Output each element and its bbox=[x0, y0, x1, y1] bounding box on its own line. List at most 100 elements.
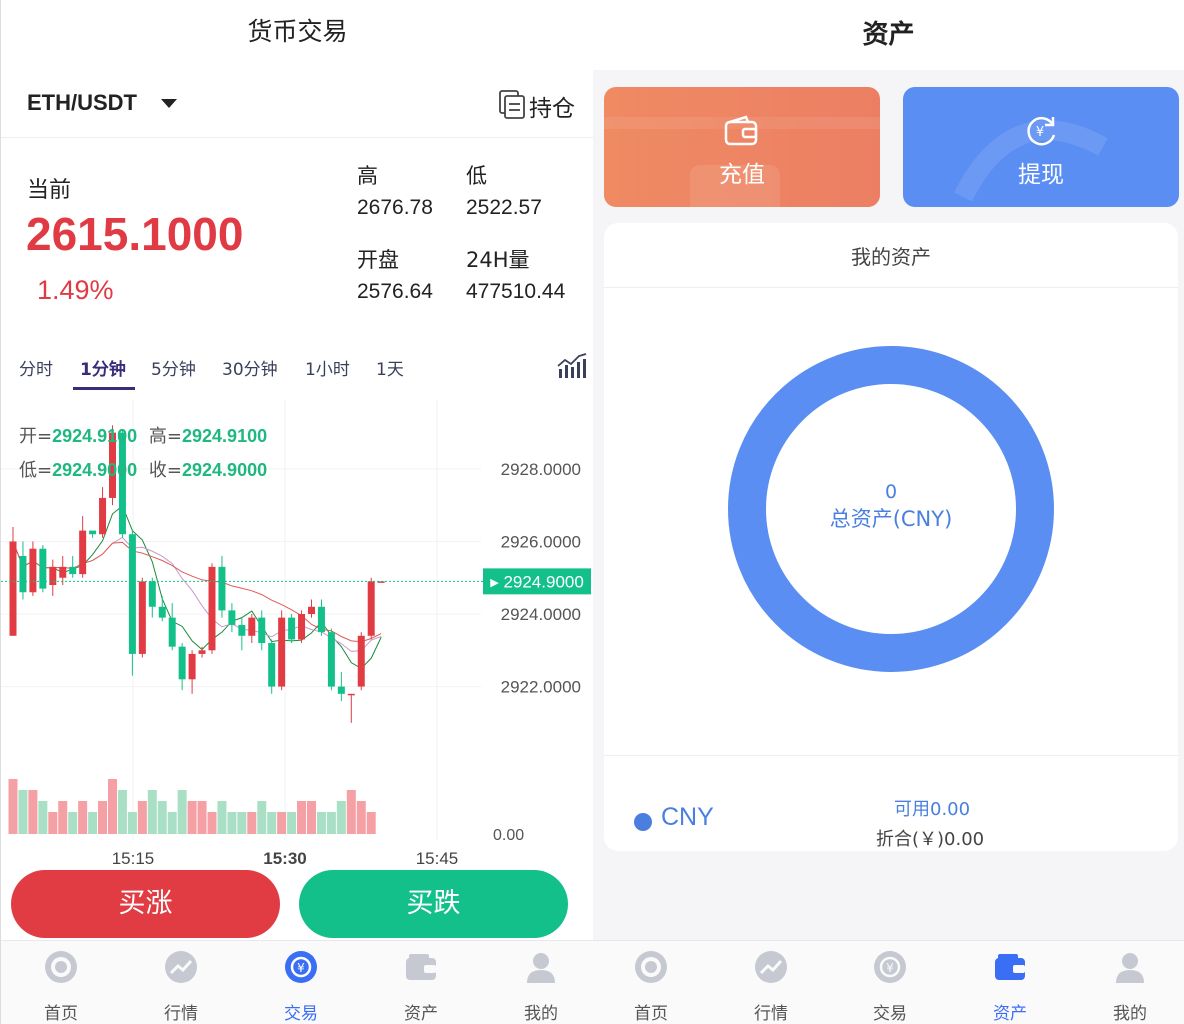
candle-body bbox=[39, 548, 47, 589]
ma20-line bbox=[12, 541, 382, 643]
ohlc-row-1: 开=2924.9100 高=2924.9100 bbox=[19, 422, 267, 448]
ohlc-open-value: 2924.9100 bbox=[52, 426, 138, 446]
volume-bar bbox=[267, 812, 277, 834]
volume-bar bbox=[366, 812, 376, 834]
candle-body bbox=[248, 617, 256, 636]
candle-body bbox=[19, 555, 27, 593]
buy-up-button[interactable]: 买涨 bbox=[11, 870, 280, 938]
svg-text:¥: ¥ bbox=[886, 961, 894, 975]
volume-axis-label: 0.00 bbox=[493, 827, 524, 844]
svg-text:¥: ¥ bbox=[1036, 125, 1044, 140]
candle-body bbox=[89, 530, 97, 535]
withdraw-button[interactable]: ¥ 提现 bbox=[903, 87, 1179, 207]
candle-body bbox=[278, 617, 286, 687]
tabbar-item-market[interactable]: 行情 bbox=[721, 941, 821, 1024]
candle-body bbox=[29, 548, 37, 593]
equivalent-balance: 折合(￥)0.00 bbox=[876, 829, 985, 850]
indicator-chart-icon[interactable] bbox=[557, 353, 587, 379]
volume-24h-value: 477510.44 bbox=[466, 280, 566, 303]
tab-1hour[interactable]: 1小时 bbox=[305, 355, 350, 380]
recharge-label: 充值 bbox=[719, 162, 765, 188]
tab-1day[interactable]: 1天 bbox=[376, 355, 404, 380]
volume-bar bbox=[68, 812, 78, 834]
tabbar-label-assets: 资产 bbox=[404, 1004, 438, 1024]
holdings-icon[interactable] bbox=[498, 89, 526, 119]
tabbar-item-assets[interactable]: 资产 bbox=[960, 941, 1060, 1024]
candle-body bbox=[367, 581, 375, 636]
tab-1min[interactable]: 1分钟 bbox=[80, 355, 126, 380]
tab-5min[interactable]: 5分钟 bbox=[151, 355, 196, 380]
tabbar-item-market[interactable]: 行情 bbox=[131, 941, 231, 1024]
volume-bar bbox=[297, 801, 307, 834]
candle-body bbox=[327, 632, 335, 687]
low-value: 2522.57 bbox=[466, 196, 542, 219]
volume-bar bbox=[336, 801, 346, 834]
volume-bar bbox=[157, 801, 167, 834]
tab-30min[interactable]: 30分钟 bbox=[222, 355, 278, 380]
page-title: 货币交易 bbox=[247, 17, 348, 46]
tabbar-item-assets[interactable]: 资产 bbox=[371, 941, 471, 1024]
tabbar-item-trade[interactable]: ¥ 交易 bbox=[251, 941, 351, 1024]
tabbar-item-profile[interactable]: 我的 bbox=[491, 941, 591, 1024]
tabbar-item-home[interactable]: 首页 bbox=[601, 941, 701, 1024]
wallet-icon bbox=[406, 954, 436, 980]
currency-label: CNY bbox=[661, 803, 714, 831]
volume-bar bbox=[18, 790, 28, 834]
volume-bar bbox=[237, 812, 247, 834]
volume-bar bbox=[48, 812, 58, 834]
market-icon bbox=[165, 951, 197, 983]
volume-bar bbox=[8, 779, 18, 834]
volume-bar bbox=[316, 812, 326, 834]
total-asset-label: 总资产(CNY) bbox=[829, 507, 953, 531]
ohlc-row-2: 低=2924.9000 收=2924.9000 bbox=[19, 456, 267, 482]
recharge-button[interactable]: 充值 bbox=[604, 87, 880, 207]
tab-timeshare[interactable]: 分时 bbox=[19, 355, 53, 380]
candle-body bbox=[69, 566, 77, 575]
buy-down-button[interactable]: 买跌 bbox=[299, 870, 568, 938]
candle-body bbox=[288, 617, 296, 640]
tabbar-item-profile[interactable]: 我的 bbox=[1080, 941, 1180, 1024]
bottom-tabbar: 首页 行情 ¥ 交易 资产 我的 bbox=[1, 940, 593, 1024]
svg-text:¥: ¥ bbox=[297, 961, 305, 975]
volume-bar bbox=[38, 801, 48, 834]
holdings-link[interactable]: 持仓 bbox=[529, 89, 575, 123]
volume-bar bbox=[227, 812, 237, 834]
volume-bar bbox=[127, 812, 137, 834]
assets-screen: 资产 充值 ¥ 提现 我的资产 0 总资产(CNY) CNY 可用0.00 折合… bbox=[593, 0, 1184, 1024]
wallet-icon bbox=[995, 954, 1025, 980]
volume-bar bbox=[247, 812, 257, 834]
volume-bar bbox=[58, 801, 68, 834]
candle-body bbox=[268, 643, 276, 687]
caret-down-icon bbox=[161, 99, 177, 108]
candle-body bbox=[337, 686, 345, 694]
tabbar-label-market: 行情 bbox=[164, 1004, 198, 1024]
tabbar-item-home[interactable]: 首页 bbox=[11, 941, 111, 1024]
candle-body bbox=[228, 610, 236, 625]
y-tick-label: 2924.0000 bbox=[501, 605, 581, 624]
volume-bar bbox=[108, 779, 117, 834]
trade-icon: ¥ bbox=[285, 951, 317, 983]
volume-bar bbox=[326, 812, 336, 834]
assets-card: 我的资产 0 总资产(CNY) CNY 可用0.00 折合(￥)0.00 bbox=[604, 223, 1178, 851]
total-asset-value: 0 bbox=[884, 481, 898, 503]
change-percent: 1.49% bbox=[37, 275, 114, 305]
tabbar-label-home: 首页 bbox=[634, 1004, 668, 1024]
candle-body bbox=[9, 541, 17, 636]
candle-body bbox=[308, 606, 315, 615]
ohlc-high-label: 高= bbox=[148, 426, 183, 447]
candle-body bbox=[148, 581, 156, 607]
trade-screen: 货币交易 ETH/USDT 持仓 当前 2615.1000 1.49% 高 26… bbox=[0, 0, 593, 1024]
volume-bar bbox=[346, 790, 356, 834]
tabbar-item-trade[interactable]: ¥ 交易 bbox=[840, 941, 940, 1024]
volume-bar bbox=[257, 801, 267, 834]
volume-bar bbox=[137, 801, 147, 834]
available-balance: 可用0.00 bbox=[894, 799, 971, 820]
interval-tabs: 分时 1分钟 5分钟 30分钟 1小时 1天 bbox=[1, 350, 593, 390]
volume-bar bbox=[117, 790, 127, 834]
recharge-bg-decoration bbox=[604, 117, 880, 207]
candle-body bbox=[317, 606, 325, 633]
y-tick-label: 2928.0000 bbox=[501, 460, 581, 479]
volume-bar bbox=[78, 801, 88, 834]
page-title: 资产 bbox=[593, 14, 1184, 70]
divider bbox=[604, 755, 1178, 756]
